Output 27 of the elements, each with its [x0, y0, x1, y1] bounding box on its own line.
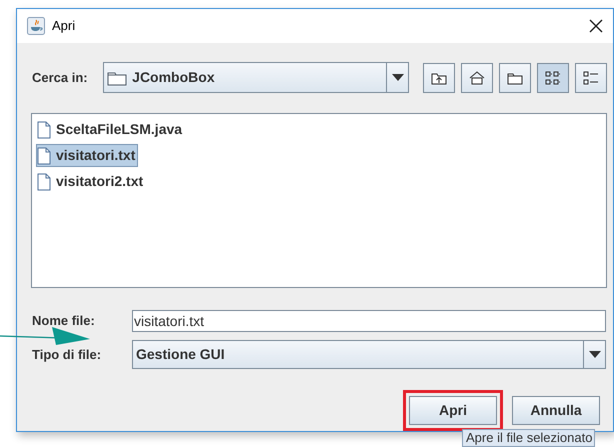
file-item[interactable]: visitatori2.txt: [36, 170, 146, 193]
file-name-label: Nome file:: [32, 312, 96, 330]
dialog-button[interactable]: Annulla: [512, 396, 600, 425]
house-icon: [468, 68, 486, 86]
house-button[interactable]: [461, 62, 493, 92]
file-item[interactable]: SceltaFileLSM.java: [36, 118, 186, 141]
look-in-dropdown[interactable]: JComboBox: [103, 62, 409, 93]
file-item[interactable]: visitatori.txt: [36, 144, 138, 167]
tooltip: Apre il file selezionato: [462, 429, 596, 447]
details-view-icon: [582, 68, 600, 86]
file-icon: [37, 146, 51, 164]
close-icon[interactable]: [589, 19, 603, 33]
java-cup-icon: [27, 17, 45, 35]
file-name-field[interactable]: visitatori.txt: [132, 310, 606, 332]
file-type-dropdown[interactable]: Gestione GUI: [132, 340, 606, 369]
list-view-icon: [544, 68, 562, 86]
window-title: Apri: [52, 17, 76, 36]
folder-button[interactable]: [499, 62, 531, 92]
file-icon: [37, 120, 51, 138]
look-in-label: Cerca in:: [32, 68, 89, 87]
file-type-label: Tipo di file:: [32, 346, 102, 364]
list-view-button[interactable]: [537, 62, 569, 92]
folder-up-button[interactable]: [423, 62, 455, 92]
dialog-button[interactable]: Apri: [409, 396, 497, 425]
folder-icon: [107, 70, 128, 86]
details-view-button[interactable]: [575, 62, 607, 92]
file-icon: [37, 172, 51, 190]
